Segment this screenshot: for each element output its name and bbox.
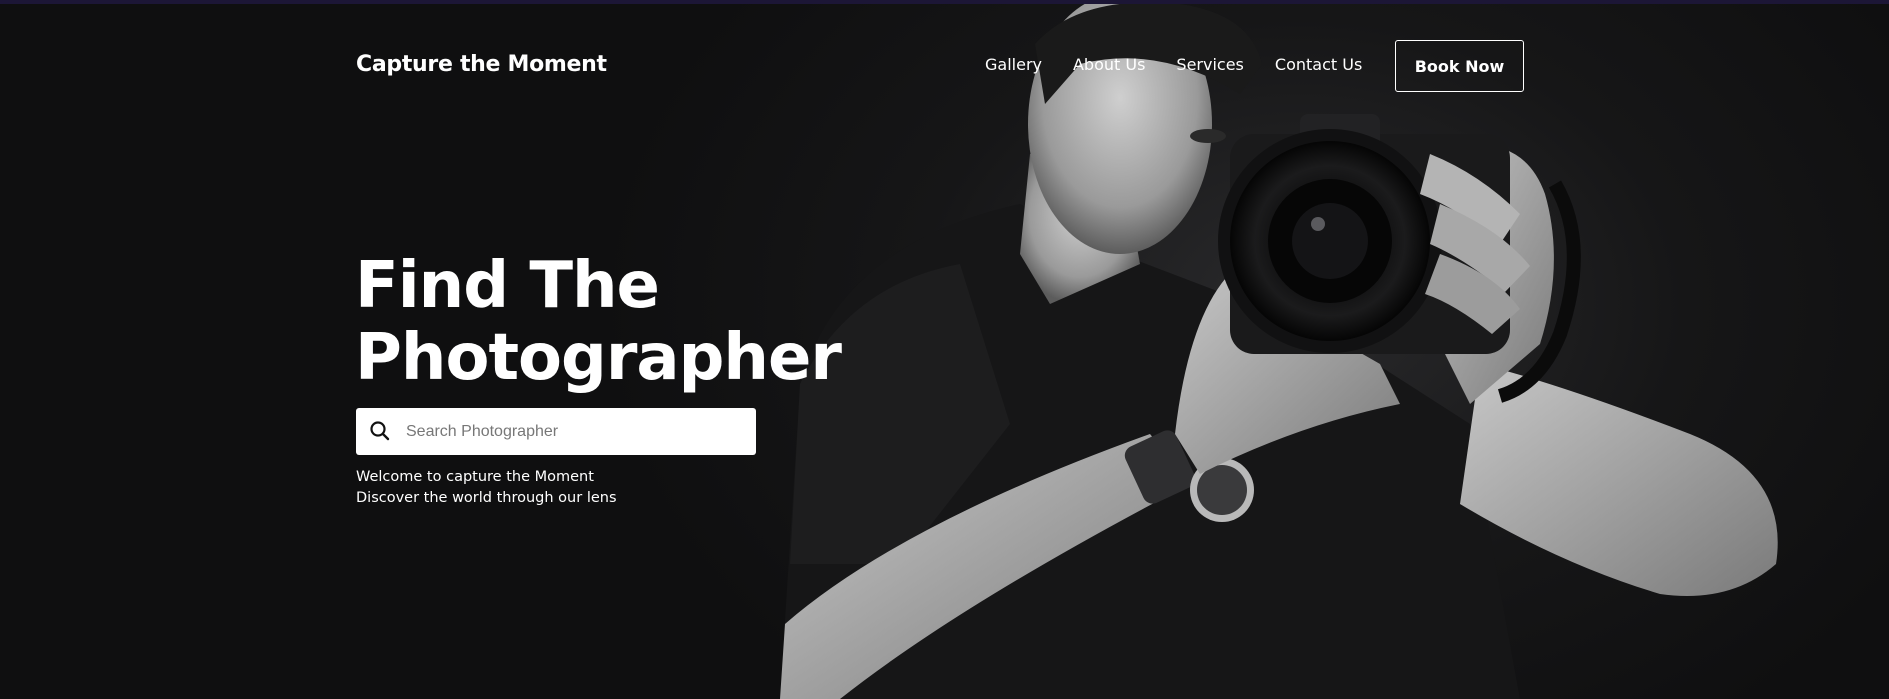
nav-link-contact-us[interactable]: Contact Us [1275,55,1362,74]
nav-link-about-us[interactable]: About Us [1073,55,1145,74]
nav-link-services[interactable]: Services [1176,55,1243,74]
hero-tagline: Welcome to capture the Moment Discover t… [356,467,617,509]
hero-headline-line-1: Find The [355,249,660,323]
site-header: Capture the Moment Gallery About Us Serv… [356,40,1524,92]
hero-headline: Find The Photographer [355,250,875,394]
photographer-search-bar[interactable] [356,408,756,455]
book-now-button[interactable]: Book Now [1395,40,1524,92]
tagline-line-2: Discover the world through our lens [356,490,617,506]
search-input[interactable] [406,408,746,455]
nav-link-gallery[interactable]: Gallery [985,55,1042,74]
site-logo-text[interactable]: Capture the Moment [356,52,607,77]
hero-photographer-image [780,4,1778,699]
search-icon[interactable] [368,419,392,443]
hero-section: Capture the Moment Gallery About Us Serv… [0,4,1889,699]
main-nav: Gallery About Us Services Contact Us [985,55,1362,74]
hero-headline-line-2: Photographer [355,321,842,395]
tagline-line-1: Welcome to capture the Moment [356,469,594,485]
